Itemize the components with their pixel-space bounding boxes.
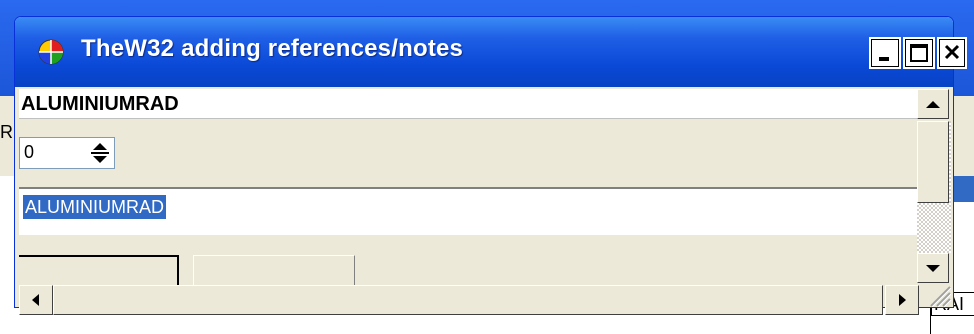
close-button[interactable] (937, 37, 967, 69)
ok-button[interactable] (19, 255, 179, 285)
scroll-left-button[interactable] (19, 285, 53, 315)
window-title: TheW32 adding references/notes (81, 35, 464, 62)
maximize-button[interactable] (903, 37, 935, 69)
horizontal-scrollbar[interactable] (19, 285, 919, 315)
maximize-icon (910, 44, 928, 62)
chevron-up-icon (926, 101, 940, 108)
minimize-icon (879, 57, 889, 61)
vertical-scroll-thumb[interactable] (917, 121, 949, 203)
chevron-right-icon (899, 294, 906, 306)
name-field[interactable]: ALUMINIUMRAD (19, 89, 917, 119)
chevron-left-icon (32, 294, 39, 306)
title-bar[interactable]: TheW32 adding references/notes (15, 17, 953, 87)
background-left-fragment: R (0, 122, 13, 142)
chevron-down-icon (926, 265, 940, 272)
note-text-area[interactable]: ALUMINIUMRAD (19, 187, 917, 235)
spin-arrows-icon[interactable] (88, 140, 112, 166)
scroll-right-button[interactable] (885, 285, 919, 315)
number-stepper[interactable]: 0 (19, 137, 115, 169)
close-icon (944, 44, 960, 60)
dialog-client-area: ALUMINIUMRAD 0 ALUMINIUMRAD (19, 87, 917, 285)
stepper-value: 0 (24, 142, 35, 162)
minimize-button[interactable] (869, 37, 901, 69)
cancel-button[interactable] (193, 255, 355, 285)
selected-note-text: ALUMINIUMRAD (23, 195, 167, 219)
resize-grip-icon[interactable] (923, 279, 953, 307)
vertical-scrollbar[interactable] (917, 89, 951, 285)
horizontal-scroll-thumb[interactable] (53, 285, 883, 315)
scroll-up-button[interactable] (917, 89, 949, 119)
globe-icon[interactable] (37, 38, 65, 66)
dialog-window: TheW32 adding references/notes ALUMINIUM… (14, 16, 967, 315)
